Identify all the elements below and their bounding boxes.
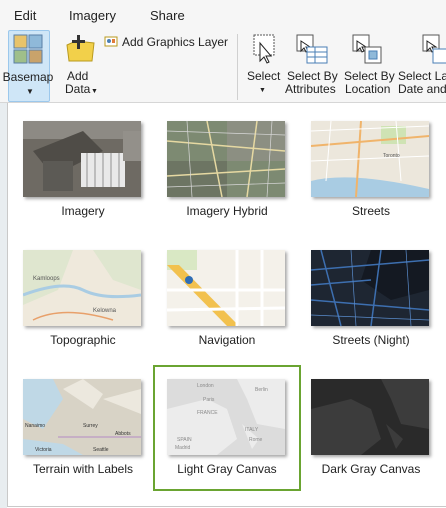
select-cursor-icon bbox=[253, 34, 275, 64]
menu-imagery[interactable]: Imagery bbox=[69, 8, 116, 23]
select-by-attributes-label-2: Attributes bbox=[285, 82, 336, 96]
basemap-icon bbox=[13, 34, 43, 64]
map-label-italy: ITALY bbox=[245, 427, 259, 433]
basemap-tile-imagery-hybrid[interactable]: Imagery Hybrid bbox=[163, 114, 291, 224]
select-button[interactable]: Select ▼ bbox=[246, 30, 280, 100]
imagery-thumbnail bbox=[23, 121, 141, 197]
basemap-label-dark-gray-canvas: Dark Gray Canvas bbox=[321, 462, 421, 476]
map-label-kelowna: Kelowna bbox=[93, 308, 117, 314]
basemap-tile-navigation[interactable]: Navigation bbox=[163, 243, 291, 353]
basemap-tile-terrain-with-labels[interactable]: Nanaimo Surrey Abbots Victoria Seattle T… bbox=[19, 372, 147, 482]
map-label-france: FRANCE bbox=[197, 410, 218, 416]
menu-edit[interactable]: Edit bbox=[14, 8, 36, 23]
map-label-london: London bbox=[197, 383, 214, 389]
basemap-label: Basemap bbox=[2, 70, 54, 84]
basemap-tile-streets-night[interactable]: Streets (Night) bbox=[307, 243, 435, 353]
chevron-down-icon: ▼ bbox=[259, 87, 266, 94]
map-label-seattle: Seattle bbox=[93, 447, 109, 453]
select-layer-label-2: Date and bbox=[398, 82, 446, 96]
select-by-location-label-2: Location bbox=[345, 82, 391, 96]
map-label-spain: SPAIN bbox=[177, 437, 192, 443]
basemap-label-navigation: Navigation bbox=[198, 333, 256, 347]
basemap-tile-light-gray-canvas[interactable]: FRANCE ITALY SPAIN Madrid Rome Paris Lon… bbox=[153, 365, 301, 491]
imagery-hybrid-thumbnail bbox=[167, 121, 285, 197]
streets-night-thumbnail bbox=[311, 250, 429, 326]
select-by-location-icon bbox=[352, 34, 382, 64]
ribbon-separator bbox=[237, 34, 238, 100]
basemap-label-imagery-hybrid: Imagery Hybrid bbox=[186, 204, 268, 218]
select-by-location-button[interactable]: Select By Location bbox=[343, 30, 395, 100]
add-graphics-layer-label: Add Graphics Layer bbox=[122, 35, 229, 49]
basemap-tile-topographic[interactable]: Kamloops Kelowna Topographic bbox=[19, 243, 147, 353]
dark-gray-canvas-thumbnail bbox=[311, 379, 429, 455]
select-by-attributes-button[interactable]: Select By Attributes bbox=[285, 30, 339, 100]
basemap-label-terrain-with-labels: Terrain with Labels bbox=[32, 462, 134, 476]
select-label: Select bbox=[247, 69, 281, 83]
map-label-abbots: Abbots bbox=[115, 431, 131, 437]
basemap-label-topographic: Topographic bbox=[50, 333, 116, 347]
map-label-rome: Rome bbox=[249, 437, 263, 443]
add-graphics-layer-button[interactable]: Add Graphics Layer bbox=[104, 34, 228, 56]
basemap-button[interactable]: Basemap ▼ bbox=[3, 30, 53, 102]
map-label-surrey: Surrey bbox=[83, 423, 98, 429]
basemap-tile-dark-gray-canvas[interactable]: Dark Gray Canvas bbox=[307, 372, 435, 482]
select-layer-icon bbox=[422, 34, 446, 64]
topographic-thumbnail: Kamloops Kelowna bbox=[23, 250, 141, 326]
map-label-victoria: Victoria bbox=[35, 447, 52, 453]
map-label-madrid: Madrid bbox=[175, 445, 191, 451]
select-layer-button[interactable]: Select Lay Date and bbox=[397, 30, 446, 100]
basemap-tile-imagery[interactable]: Imagery bbox=[19, 114, 147, 224]
navigation-thumbnail bbox=[167, 250, 285, 326]
streets-thumbnail: Toronto bbox=[311, 121, 429, 197]
basemap-gallery: Imagery Imagery Hybrid Toronto Streets K… bbox=[7, 103, 446, 507]
map-label-toronto: Toronto bbox=[383, 153, 400, 159]
light-gray-canvas-thumbnail: FRANCE ITALY SPAIN Madrid Rome Paris Lon… bbox=[167, 379, 285, 455]
add-data-label-2: Data bbox=[65, 82, 91, 96]
menu-bar: Edit Imagery Share bbox=[0, 0, 446, 30]
map-edge bbox=[0, 103, 7, 508]
basemap-label-light-gray-canvas: Light Gray Canvas bbox=[177, 462, 277, 476]
chevron-down-icon: ▼ bbox=[26, 87, 34, 96]
add-data-button[interactable]: Add Data ▼ bbox=[62, 30, 102, 100]
map-label-berlin: Berlin bbox=[255, 387, 268, 393]
graphics-layer-icon bbox=[104, 36, 118, 47]
chevron-down-icon: ▼ bbox=[91, 88, 98, 95]
map-label-nanaimo: Nanaimo bbox=[25, 423, 45, 429]
menu-share[interactable]: Share bbox=[150, 8, 185, 23]
basemap-label-streets: Streets bbox=[351, 204, 390, 218]
basemap-tile-streets[interactable]: Toronto Streets bbox=[307, 114, 435, 224]
map-label-paris: Paris bbox=[203, 397, 215, 403]
map-label-kamloops: Kamloops bbox=[33, 276, 60, 282]
basemap-label-streets-night: Streets (Night) bbox=[332, 333, 410, 347]
select-by-attributes-icon bbox=[296, 34, 328, 64]
add-data-icon bbox=[66, 35, 95, 62]
terrain-with-labels-thumbnail: Nanaimo Surrey Abbots Victoria Seattle bbox=[23, 379, 141, 455]
basemap-label-imagery: Imagery bbox=[61, 204, 105, 218]
